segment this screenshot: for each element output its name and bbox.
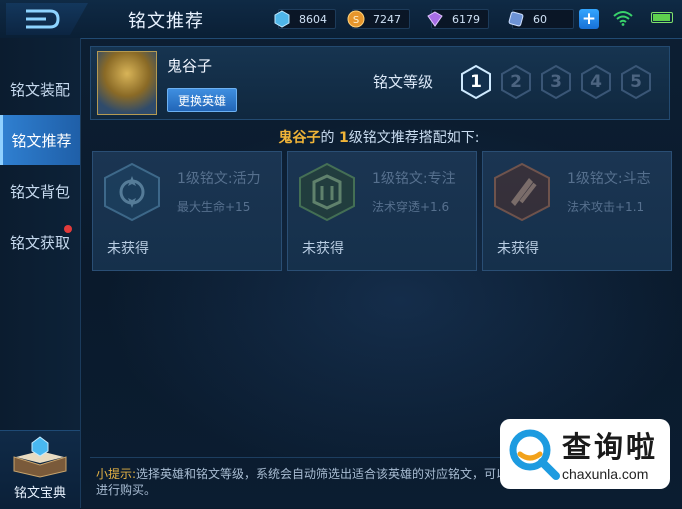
hero-name: 鬼谷子: [167, 57, 213, 75]
ticket-icon: [506, 9, 526, 29]
sidebar: 铭文装配 铭文推荐 铭文背包 铭文获取 铭文宝典: [0, 38, 81, 509]
sidebar-item-rune-bag[interactable]: 铭文背包: [0, 166, 80, 216]
gem-icon: [425, 9, 445, 29]
recommend-hero-name: 鬼谷子: [278, 130, 321, 146]
diamond-counter: 8604: [272, 9, 336, 29]
rune-name: 1级铭文:活力: [177, 171, 261, 187]
page-title: 铭文推荐: [128, 11, 204, 32]
hero-panel: 鬼谷子 更换英雄 铭文等级 1 2 3 4 5: [90, 46, 670, 120]
rune-codex-label: 铭文宝典: [13, 486, 66, 501]
back-arrow-icon: [26, 9, 60, 29]
gold-coin-icon: S: [346, 9, 366, 29]
rune-codex-button[interactable]: 铭文宝典: [0, 430, 80, 509]
sidebar-item-rune-equip[interactable]: 铭文装配: [0, 64, 80, 114]
svg-text:S: S: [353, 15, 359, 26]
vitality-rune-icon: [104, 162, 160, 222]
sidebar-item-rune-recommend[interactable]: 铭文推荐: [0, 115, 80, 165]
book-icon: [13, 436, 67, 478]
ticket-counter: 60: [506, 9, 574, 29]
watermark: 查询啦 chaxunla.com: [500, 419, 670, 489]
level-button-4[interactable]: 4: [579, 64, 613, 100]
level-button-1[interactable]: 1: [459, 64, 493, 100]
rune-status: 未获得: [302, 241, 344, 257]
top-bar: 铭文推荐 8604 S 7247 6179 60 +: [0, 0, 682, 39]
sidebar-item-label: 铭文背包: [9, 182, 70, 201]
watermark-cn: 查询啦: [562, 430, 659, 464]
gold-counter: S 7247: [346, 9, 410, 29]
rune-level-label: 铭文等级: [373, 73, 434, 91]
tip-body: 选择英雄和铭文等级，系统会自动筛选出适合该英雄的对应铭文，可以直接进行购买。: [96, 467, 533, 497]
gem-counter: 6179: [425, 9, 489, 29]
rune-status: 未获得: [497, 241, 539, 257]
wifi-icon: [613, 11, 633, 26]
level-button-5[interactable]: 5: [619, 64, 653, 100]
watermark-en: chaxunla.com: [562, 466, 649, 482]
sidebar-item-rune-obtain[interactable]: 铭文获取: [0, 217, 80, 267]
rune-stat: 法术攻击+1.1: [567, 200, 645, 214]
battery-icon: [651, 12, 673, 23]
back-button[interactable]: [6, 3, 88, 35]
fighting-spirit-rune-icon: [494, 162, 550, 222]
rune-card-fighting-spirit[interactable]: 1级铭文:斗志 法术攻击+1.1 未获得: [482, 151, 672, 271]
rune-name: 1级铭文:专注: [372, 171, 456, 187]
rune-stat: 最大生命+15: [177, 200, 251, 214]
focus-rune-icon: [299, 162, 355, 222]
recommend-level: 1: [338, 130, 349, 146]
change-hero-button[interactable]: 更换英雄: [167, 88, 237, 112]
recharge-plus-button[interactable]: +: [579, 9, 599, 29]
rune-name: 1级铭文:斗志: [567, 171, 651, 187]
hero-avatar[interactable]: [97, 51, 157, 115]
sidebar-item-label: 铭文推荐: [11, 131, 72, 150]
level-button-3[interactable]: 3: [539, 64, 573, 100]
rune-card-vitality[interactable]: 1级铭文:活力 最大生命+15 未获得: [92, 151, 282, 271]
tip-text: 小提示:选择英雄和铭文等级，系统会自动筛选出适合该英雄的对应铭文，可以直接进行购…: [96, 466, 536, 498]
notification-dot: [64, 225, 72, 233]
tip-label: 小提示:: [96, 467, 137, 481]
rune-card-focus[interactable]: 1级铭文:专注 法术穿透+1.6 未获得: [287, 151, 477, 271]
rune-status: 未获得: [107, 241, 149, 257]
sidebar-item-label: 铭文获取: [9, 233, 70, 252]
recommendation-heading: 鬼谷子的 1级铭文推荐搭配如下:: [278, 130, 480, 146]
diamond-icon: [272, 9, 292, 29]
magnifier-logo-icon: [509, 429, 560, 480]
rune-stat: 法术穿透+1.6: [372, 200, 450, 214]
level-button-2[interactable]: 2: [499, 64, 533, 100]
sidebar-item-label: 铭文装配: [9, 80, 70, 99]
